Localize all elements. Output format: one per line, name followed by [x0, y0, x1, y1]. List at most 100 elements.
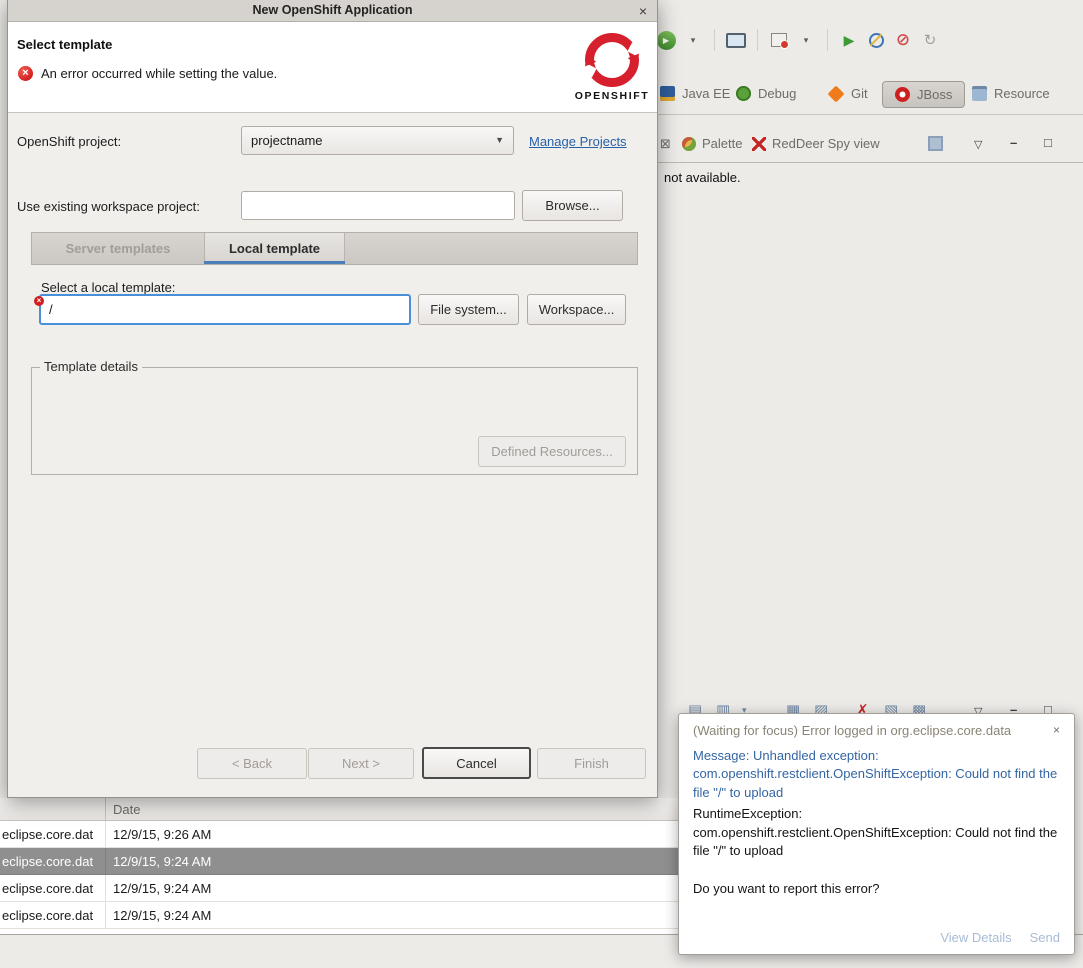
tab-reddeer-spy-view[interactable]: RedDeer Spy view: [752, 136, 880, 151]
debug-perspective-icon: [736, 86, 751, 101]
skip-breakpoints-icon[interactable]: [866, 28, 886, 52]
date-cell: 12/9/15, 9:24 AM: [113, 881, 212, 896]
column-separator: [105, 798, 106, 821]
terminate-icon[interactable]: ⊘: [893, 28, 913, 52]
notification-title: (Waiting for focus) Error logged in org.…: [693, 723, 1012, 738]
remote-display-icon[interactable]: [726, 28, 746, 52]
plugin-cell: eclipse.core.dat: [2, 881, 94, 896]
view-toolbar-icon[interactable]: [928, 136, 943, 151]
plugin-cell: eclipse.core.dat: [2, 827, 94, 842]
tab-label: Palette: [702, 136, 743, 151]
perspective-debug[interactable]: Debug: [736, 86, 796, 101]
view-menu-icon[interactable]: ▽: [974, 138, 982, 151]
perspective-javaee[interactable]: Java EE: [660, 86, 730, 101]
table-row[interactable]: eclipse.core.dat 12/9/15, 9:24 AM: [0, 875, 678, 902]
field-error-decoration-icon: [34, 296, 44, 306]
git-perspective-icon: [827, 85, 845, 102]
table-row[interactable]: eclipse.core.dat 12/9/15, 9:26 AM: [0, 821, 678, 848]
workspace-button[interactable]: Workspace...: [527, 294, 626, 325]
view-details-link[interactable]: View Details: [940, 930, 1011, 945]
console-dropdown-icon[interactable]: ▾: [796, 28, 816, 52]
run-history-icon[interactable]: ▶: [656, 28, 676, 52]
existing-project-input[interactable]: [241, 191, 515, 220]
notification-message-link[interactable]: Message: Unhandled exception: com.opensh…: [693, 747, 1060, 802]
tab-palette[interactable]: Palette: [682, 136, 742, 151]
table-row-selected[interactable]: eclipse.core.dat 12/9/15, 9:24 AM: [0, 848, 678, 875]
date-cell: 12/9/15, 9:24 AM: [113, 854, 212, 869]
palette-icon: [682, 136, 696, 151]
cell-separator: [105, 821, 106, 848]
cell-separator: [105, 848, 106, 875]
dialog-titlebar[interactable]: New OpenShift Application ×: [8, 0, 657, 22]
notification-question: Do you want to report this error?: [693, 880, 880, 896]
date-column-header[interactable]: Date: [113, 802, 140, 817]
error-message: An error occurred while setting the valu…: [41, 66, 278, 81]
wizard-error-row: An error occurred while setting the valu…: [18, 66, 277, 81]
notification-actions: View Details Send: [940, 930, 1060, 945]
cell-separator: [105, 902, 106, 929]
project-combo[interactable]: projectname ▼: [241, 126, 514, 155]
template-details-legend: Template details: [40, 359, 142, 374]
date-cell: 12/9/15, 9:26 AM: [113, 827, 212, 842]
run-dropdown-icon[interactable]: ▾: [683, 28, 703, 52]
notification-title-row: (Waiting for focus) Error logged in org.…: [693, 723, 1060, 738]
perspective-label: Debug: [758, 86, 797, 101]
monitor-icon: [726, 32, 746, 48]
finish-button[interactable]: Finish: [537, 748, 646, 779]
run-circle-icon: ▶: [656, 30, 676, 50]
plugin-cell: eclipse.core.dat: [2, 854, 94, 869]
project-combo-value: projectname: [251, 133, 323, 148]
minimize-icon[interactable]: –: [1010, 135, 1017, 150]
wizard-header: Select template An error occurred while …: [8, 22, 657, 113]
new-openshift-application-dialog: New OpenShift Application × Select templ…: [7, 0, 658, 798]
cancel-button[interactable]: Cancel: [422, 747, 531, 779]
file-system-button[interactable]: File system...: [418, 294, 519, 325]
perspective-resource[interactable]: Resource: [972, 86, 1050, 101]
run-icon[interactable]: ▶: [839, 28, 859, 52]
template-details-group: Template details Defined Resources...: [31, 359, 638, 475]
next-button[interactable]: Next >: [308, 748, 414, 779]
perspective-label: Resource: [994, 86, 1050, 101]
console-icon[interactable]: [769, 28, 789, 52]
existing-project-label: Use existing workspace project:: [17, 199, 200, 214]
console-glyph-icon: [771, 33, 789, 49]
skip-glyph-icon: [868, 32, 884, 48]
local-template-input[interactable]: [39, 294, 411, 325]
perspective-jboss-active[interactable]: JBoss: [882, 81, 966, 108]
project-label: OpenShift project:: [17, 134, 122, 149]
error-icon: [18, 66, 33, 81]
toolbar-separator: [714, 29, 715, 51]
dialog-close-icon[interactable]: ×: [639, 2, 647, 20]
notification-close-icon[interactable]: ×: [1053, 723, 1060, 737]
brand-text: OPENSHIFT: [574, 90, 650, 102]
toolbar-separator: [827, 29, 828, 51]
resource-perspective-icon: [972, 86, 987, 101]
log-table-header[interactable]: Date: [0, 798, 678, 821]
dialog-title: New OpenShift Application: [252, 3, 413, 17]
hidden-tab-close-icon[interactable]: ⊠: [660, 136, 671, 152]
reddeer-icon: [752, 136, 766, 151]
view-message: not available.: [664, 170, 741, 185]
relaunch-icon[interactable]: ↻: [920, 28, 940, 52]
cell-separator: [105, 875, 106, 902]
toolbar-separator: [757, 29, 758, 51]
send-link[interactable]: Send: [1030, 930, 1060, 945]
defined-resources-button[interactable]: Defined Resources...: [478, 436, 626, 467]
perspective-git[interactable]: Git: [827, 85, 868, 102]
wizard-page-title: Select template: [17, 37, 113, 52]
perspective-label: Java EE: [682, 86, 731, 101]
tab-server-templates[interactable]: Server templates: [32, 233, 204, 264]
back-button[interactable]: < Back: [197, 748, 307, 779]
manage-projects-link[interactable]: Manage Projects: [529, 134, 627, 149]
error-notification-popup: (Waiting for focus) Error logged in org.…: [678, 713, 1075, 955]
main-toolbar: ▶ ▾ ▾ ▶ ⊘ ↻: [656, 24, 940, 56]
notification-detail: RuntimeException: com.openshift.restclie…: [693, 806, 1058, 859]
browse-button[interactable]: Browse...: [522, 190, 623, 221]
tab-local-template[interactable]: Local template: [204, 233, 345, 264]
table-row[interactable]: eclipse.core.dat 12/9/15, 9:24 AM: [0, 902, 678, 929]
tab-label: RedDeer Spy view: [772, 136, 880, 151]
view-misc-icon: [928, 136, 943, 151]
maximize-icon[interactable]: □: [1044, 135, 1052, 150]
local-template-label: Select a local template:: [41, 280, 176, 295]
chevron-down-icon: ▼: [495, 135, 504, 145]
